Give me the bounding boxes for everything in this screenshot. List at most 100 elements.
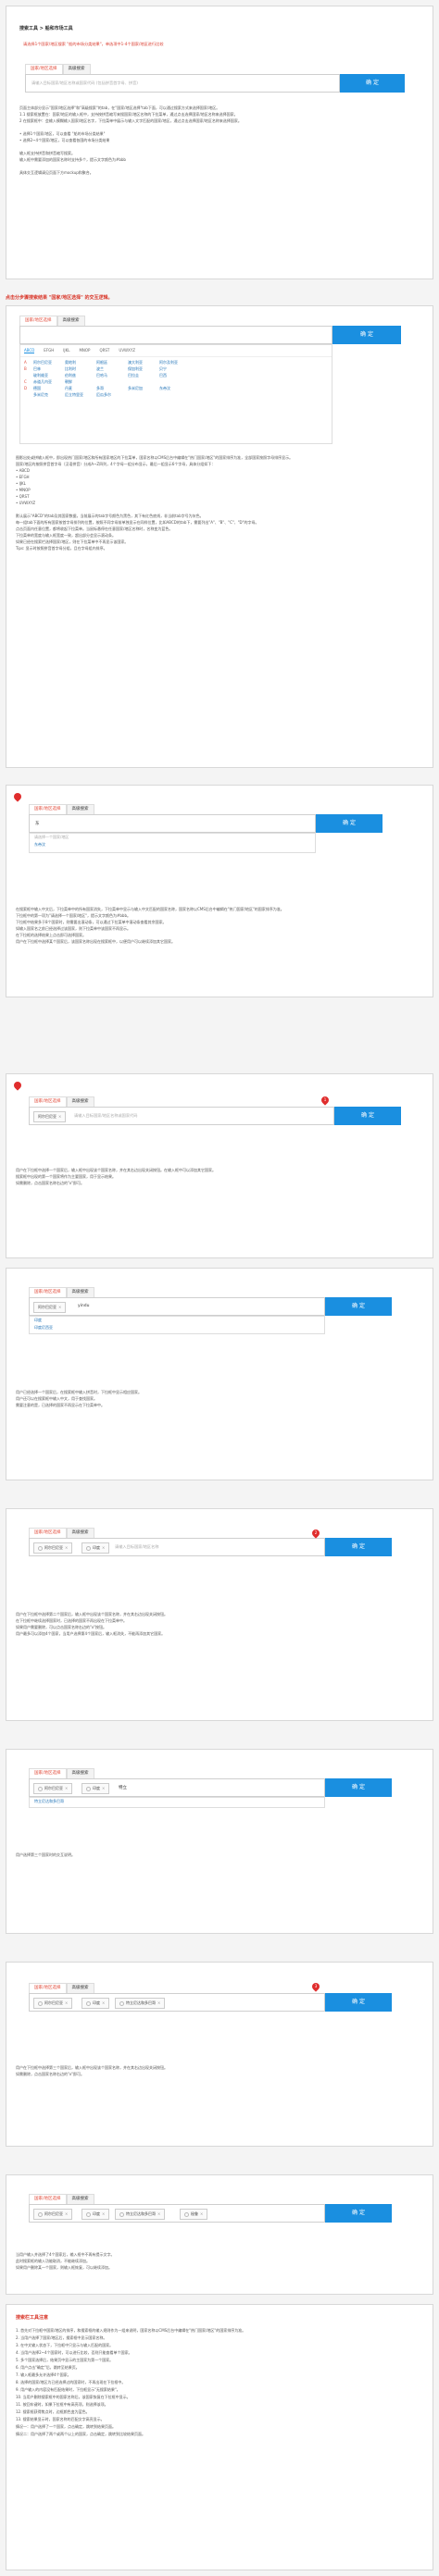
tab-country-select[interactable]: 国家/地区选择 (19, 316, 57, 326)
s5-search-input[interactable]: 阿尔巴尼亚 × 印度 × 请输入目标国家/地区名称 (29, 1538, 325, 1556)
s5-tabs: 国家/地区选择 高级搜索 (29, 1528, 94, 1538)
country-option[interactable]: 巴哈马 (96, 372, 128, 378)
chip-close-icon[interactable]: × (102, 1545, 105, 1550)
chip-close-icon[interactable]: × (65, 2000, 68, 2005)
note-line: 2. 当用户选择了国家/地区后，搜索框中显示国家名称。 (16, 2335, 107, 2340)
note-line: 7. 输入框最多允许选择4个国家。 (16, 2372, 71, 2377)
chip-close-icon[interactable]: × (200, 2211, 203, 2216)
letter-tab[interactable]: ABCD (24, 348, 35, 353)
country-option[interactable]: 多米尼加 (128, 385, 159, 391)
chip-close-icon[interactable]: × (65, 1545, 68, 1550)
s5-description: 用户在下拉框中选择第二个国家后，输入框中出现该个国家名称，并在其右边出现关闭按钮… (16, 1611, 433, 1637)
s6-search-input[interactable]: 阿尔巴尼亚 × 印度 × 特立 (29, 1778, 325, 1797)
brief-search-input[interactable]: 请输入目标国家/地区名称或国家代码 (包括拼音首字母、拼音) (25, 74, 340, 93)
country-option[interactable]: 玻利维亚 (33, 372, 65, 378)
chip-close-icon[interactable]: × (65, 1786, 68, 1790)
tab-country-select[interactable]: 国家/地区选择 (29, 804, 67, 814)
desc-line: 在下拉框中继续选择国家时，已选择的国家不再出现在下拉菜单中。 (16, 1618, 127, 1623)
country-option[interactable]: 贝宁 (159, 365, 191, 372)
confirm-button[interactable]: 确 定 (316, 814, 383, 833)
tab-advanced-search[interactable]: 高级搜索 (66, 1287, 94, 1297)
brief-panel: 搜索工具 > 船和市场工具 请选择1个国家/地区搜索 "船的市场分类结果"，单选… (6, 6, 433, 279)
country-option[interactable]: 丹麦 (65, 385, 96, 391)
country-option[interactable]: 朝鲜 (65, 378, 96, 385)
chip-close-icon[interactable]: × (157, 2211, 160, 2216)
confirm-button[interactable]: 确 定 (332, 326, 401, 344)
search-placeholder: 请输入目标国家/地区名称或国家代码 (包括拼音首字母、拼音) (31, 80, 138, 85)
s4-search-input[interactable]: 阿尔巴尼亚 × yindu (29, 1297, 325, 1316)
country-option[interactable]: 巴林 (33, 365, 65, 372)
country-option[interactable]: 阿根廷 (96, 359, 128, 365)
country-option[interactable]: 伯利兹 (65, 372, 96, 378)
desc-line: 用户在下拉框中选择第三个国家后，输入框中出现该个国家名称，并在其右边出现关闭按钮… (16, 2065, 168, 2070)
letter-tab[interactable]: EFGH (44, 348, 54, 353)
letter-tab[interactable]: UVWXYZ (119, 348, 135, 353)
desc-line: 用户在下拉框中选择第二个国家后，输入框中出现该个国家名称，并在其右边出现关闭按钮… (16, 1612, 168, 1616)
s1-search-input[interactable] (19, 326, 332, 344)
tab-country-select[interactable]: 国家/地区选择 (29, 2194, 67, 2204)
confirm-button[interactable]: 确 定 (340, 74, 405, 93)
tab-advanced-search[interactable]: 高级搜索 (66, 1528, 94, 1538)
country-option[interactable]: 厄立特里亚 (65, 391, 96, 398)
country-option[interactable]: 巴拉圭 (128, 372, 159, 378)
suggestion-item[interactable]: 东帝汶 (30, 841, 315, 848)
tab-country-select[interactable]: 国家/地区选择 (29, 1096, 67, 1107)
note-line: 1. 首先对下拉框中国家/地区的排序，和搜索框的输入规则作为一组来说明，国家名称… (16, 2328, 246, 2333)
chip-close-icon[interactable]: × (102, 1786, 105, 1790)
tab-advanced-search[interactable]: 高级搜索 (66, 1768, 94, 1778)
tab-country-select[interactable]: 国家/地区选择 (29, 1287, 67, 1297)
step-pin: 2 (310, 1528, 321, 1539)
letter-tab[interactable]: IJKL (63, 348, 69, 353)
country-option[interactable]: 保加利亚 (128, 365, 159, 372)
confirm-button[interactable]: 确 定 (334, 1107, 401, 1125)
country-option[interactable]: 德国 (33, 385, 65, 391)
chip-close-icon[interactable]: × (102, 2211, 105, 2216)
tab-country-select[interactable]: 国家/地区选择 (29, 1983, 67, 1993)
radio-icon (86, 1786, 91, 1791)
confirm-button[interactable]: 确 定 (325, 2204, 392, 2223)
country-option[interactable]: 波兰 (96, 365, 128, 372)
letter-tab[interactable]: MNOP (79, 348, 90, 353)
tab-advanced-search[interactable]: 高级搜索 (56, 316, 85, 326)
tab-advanced-search[interactable]: 高级搜索 (66, 1096, 94, 1107)
suggestion-item[interactable]: 印度尼西亚 (30, 1324, 324, 1331)
note-line: 6. 用户点击"确定"后，跳转至结果页。 (16, 2365, 80, 2370)
desc-line: 如果用户删除某一个国家，则输入框恢复，可以继续添加。 (16, 2265, 112, 2270)
suggestion-item[interactable]: 印度 (30, 1317, 324, 1324)
desc-line: 点击页面内任意位置，都将收起下拉菜单。当鼠标悬停在任意国家/地区名称时，名称变为… (16, 526, 173, 531)
country-option[interactable]: 阿尔及利亚 (159, 359, 191, 365)
confirm-button[interactable]: 确 定 (325, 1778, 392, 1797)
country-option[interactable]: 比利时 (65, 365, 96, 372)
tab-country-select[interactable]: 国家/地区选择 (29, 1768, 67, 1778)
country-option[interactable]: 多哥 (96, 385, 128, 391)
tab-advanced-search[interactable]: 高级搜索 (66, 2194, 94, 2204)
confirm-button[interactable]: 确 定 (325, 1538, 392, 1556)
country-option[interactable]: 澳大利亚 (128, 359, 159, 365)
country-option[interactable]: 巴西 (159, 372, 191, 378)
s2-search-input[interactable]: 东 (29, 814, 316, 833)
tab-advanced-search[interactable]: 高级搜索 (66, 1983, 94, 1993)
letter-tab[interactable]: QRST (99, 348, 109, 353)
country-option[interactable]: 奥地利 (65, 359, 96, 365)
country-option[interactable]: 多米尼克 (33, 391, 65, 398)
country-row: A 阿尔巴尼亚 奥地利 阿根廷 澳大利亚 阿尔及利亚 (24, 359, 328, 365)
s3-search-input[interactable]: 阿尔巴尼亚 × 请输入目标国家/地区名称或国家代码 (29, 1107, 334, 1125)
country-option[interactable]: 赤道几内亚 (33, 378, 65, 385)
country-option[interactable]: 阿尔巴尼亚 (33, 359, 65, 365)
tab-advanced-search[interactable]: 高级搜索 (66, 804, 94, 814)
confirm-button[interactable]: 确 定 (325, 1993, 392, 2012)
chip-close-icon[interactable]: × (102, 2000, 105, 2005)
s7-search-input[interactable]: 阿尔巴尼亚 × 印度 × 特立尼达和多巴哥 × (29, 1993, 325, 2012)
tab-country-select[interactable]: 国家/地区选择 (29, 1528, 67, 1538)
country-option[interactable]: 厄瓜多尔 (96, 391, 128, 398)
chip-close-icon[interactable]: × (58, 1305, 61, 1309)
country-option[interactable]: 东帝汶 (159, 385, 191, 391)
tab-advanced-search[interactable]: 高级搜索 (62, 64, 91, 74)
s8-search-input[interactable]: 阿尔巴尼亚 × 印度 × 特立尼达和多巴哥 × 秘鲁 × (29, 2204, 325, 2223)
tab-country-select[interactable]: 国家/地区选择 (25, 64, 63, 74)
chip-close-icon[interactable]: × (65, 2211, 68, 2216)
confirm-button[interactable]: 确 定 (325, 1297, 392, 1316)
chip-close-icon[interactable]: × (58, 1114, 61, 1119)
chip-close-icon[interactable]: × (157, 2000, 160, 2005)
suggestion-item[interactable]: 特立尼达和多巴哥 (30, 1798, 324, 1805)
